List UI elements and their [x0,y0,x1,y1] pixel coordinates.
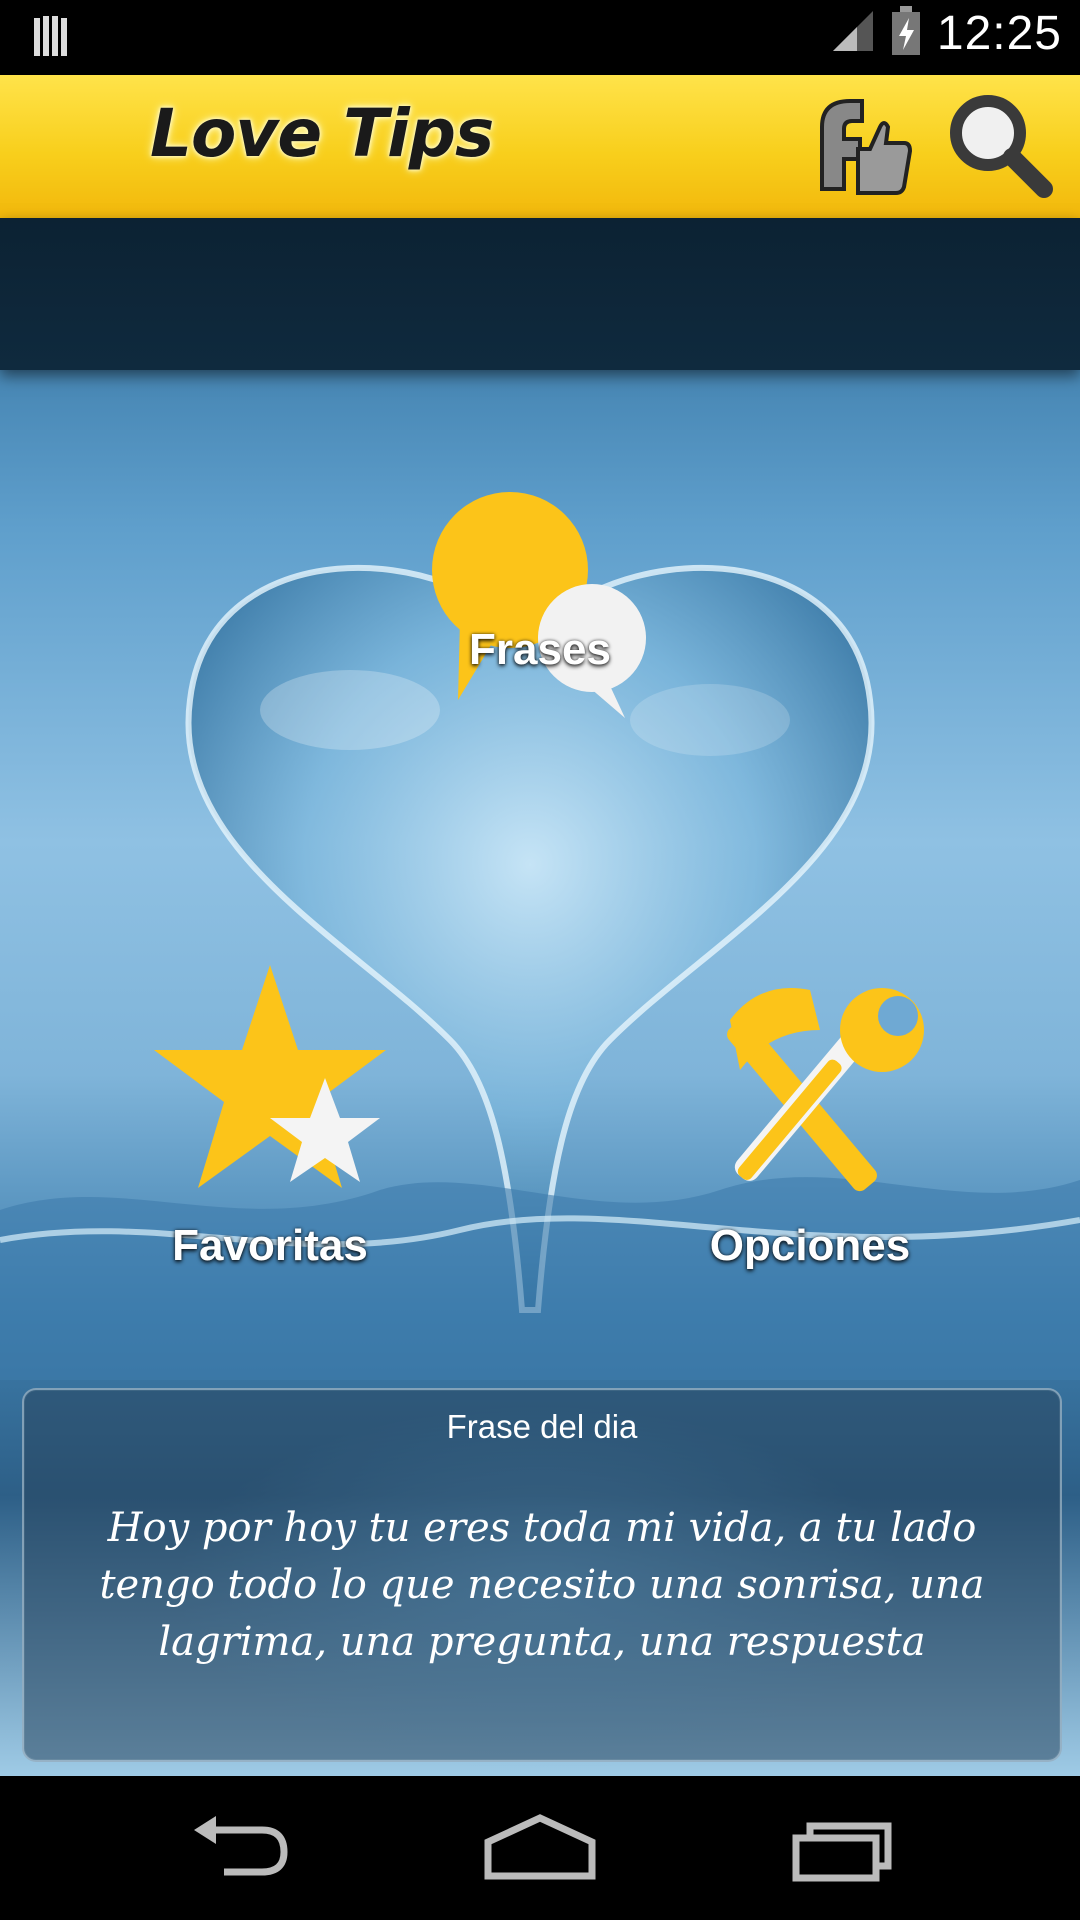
home-icon [480,1814,600,1892]
daily-quote-text: Hoy por hoy tu eres toda mi vida, a tu l… [99,1505,985,1665]
speech-bubbles-icon [400,492,680,734]
clock-time: 12:25 [936,7,1062,60]
app-logo: Love Tips [150,95,494,172]
search-icon [940,95,1060,211]
favoritas-label: Favoritas [172,1221,368,1270]
opciones-button[interactable]: Opciones [670,960,950,1271]
daily-quote-card[interactable]: Frase del dia Hoy por hoy tu eres toda m… [22,1388,1062,1762]
screen: 12:25 Love Tips Frases Favoritas Opcione… [0,0,1080,1920]
opciones-label: Opciones [709,1221,911,1270]
facebook-like-icon [800,99,920,211]
signal-icon [831,9,875,58]
home-button[interactable] [480,1808,600,1888]
back-icon [180,1816,300,1892]
daily-quote-title: Frase del dia [446,1408,638,1445]
navigation-bar [0,1776,1080,1920]
ad-banner-area [0,218,1080,370]
app-header: Love Tips [0,75,1080,221]
status-bar: 12:25 [0,0,1080,75]
back-button[interactable] [180,1808,300,1888]
facebook-like-button[interactable] [800,87,920,207]
favoritas-button[interactable]: Favoritas [130,960,410,1271]
notification-icon [34,14,70,63]
recents-icon [780,1822,900,1892]
frases-button[interactable]: Frases [400,470,680,718]
recents-button[interactable] [780,1808,900,1888]
battery-charging-icon [891,6,921,61]
search-button[interactable] [940,87,1060,207]
